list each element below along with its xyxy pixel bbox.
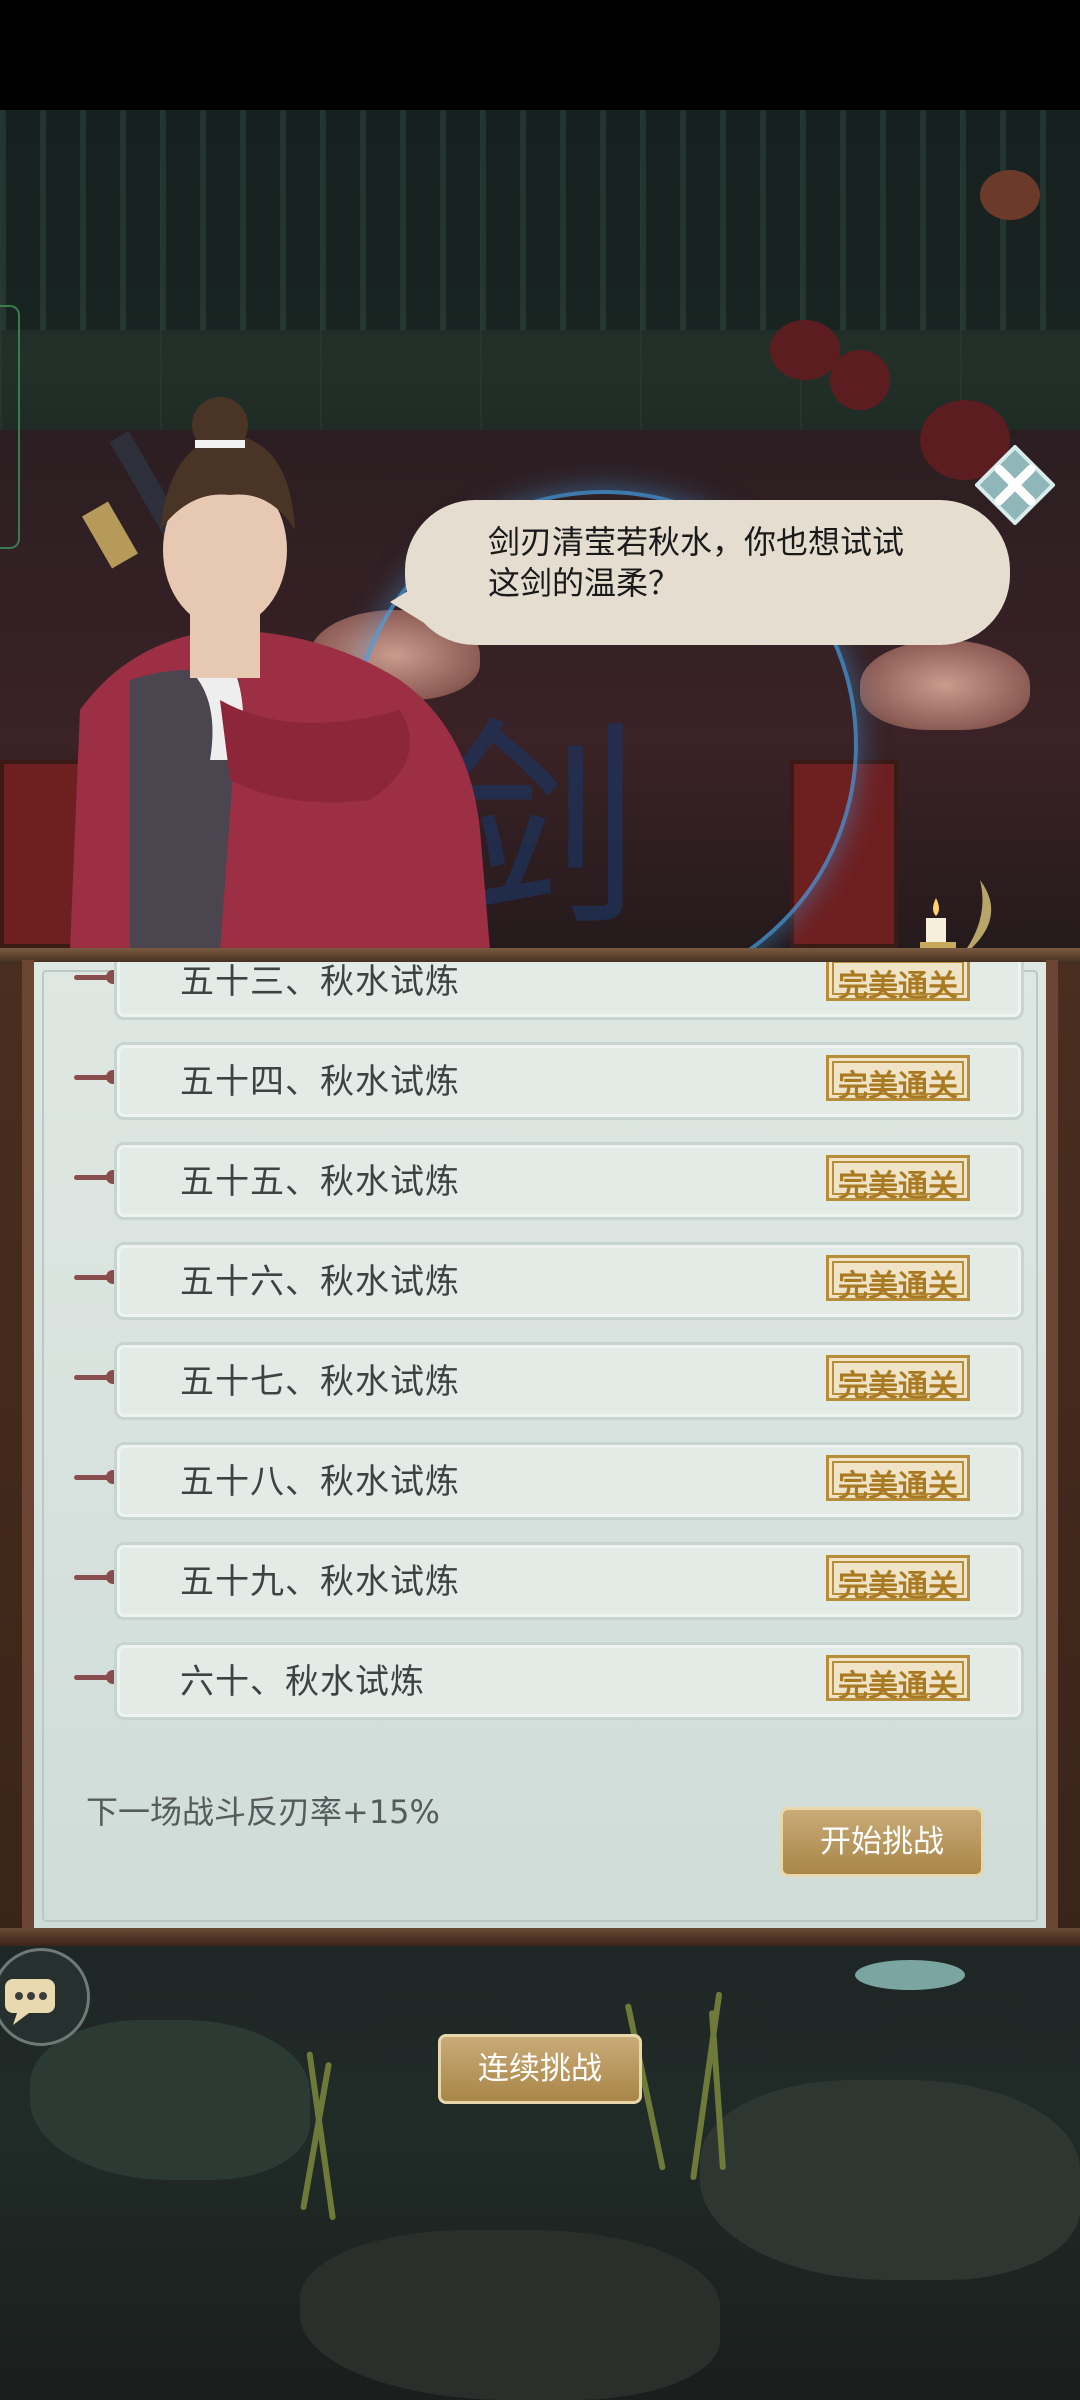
stage-row-58[interactable]: 五十八、秋水试炼 完美通关 bbox=[74, 1442, 1024, 1520]
stage-name: 五十五、秋水试炼 bbox=[180, 1162, 460, 1202]
badge-label: 完美通关 bbox=[838, 1569, 958, 1604]
badge-label: 完美通关 bbox=[838, 1369, 958, 1404]
lily-pad-decoration bbox=[855, 1960, 965, 1990]
stage-row-53[interactable]: 五十三、秋水试炼 完美通关 bbox=[74, 962, 1024, 1020]
continuous-challenge-button[interactable]: 连续挑战 bbox=[438, 2034, 642, 2104]
lotus-lantern-right bbox=[860, 640, 1030, 730]
stage-row-55[interactable]: 五十五、秋水试炼 完美通关 bbox=[74, 1142, 1024, 1220]
dialogue-line-2: 这剑的温柔？ bbox=[488, 564, 681, 602]
perfect-clear-badge: 完美通关 bbox=[826, 1055, 970, 1104]
swordsman-portrait bbox=[70, 397, 490, 950]
panel-bottom-rod bbox=[0, 1928, 1080, 1946]
background-roof bbox=[0, 110, 1080, 330]
perfect-clear-badge: 完美通关 bbox=[826, 1555, 970, 1604]
stage-list[interactable]: 五十三、秋水试炼 完美通关 五十四、秋水试炼 完美通关 五十五、秋水试炼 完美通… bbox=[34, 962, 1046, 1762]
stage-row-59[interactable]: 五十九、秋水试炼 完美通关 bbox=[74, 1542, 1024, 1620]
stage-name: 五十七、秋水试炼 bbox=[180, 1362, 460, 1402]
badge-label: 完美通关 bbox=[838, 1169, 958, 1204]
chat-bubble-icon[interactable] bbox=[0, 1948, 90, 2046]
badge-label: 完美通关 bbox=[838, 1269, 958, 1304]
panel-post-left bbox=[22, 960, 34, 1940]
close-x-icon[interactable] bbox=[975, 445, 1055, 525]
badge-label: 完美通关 bbox=[838, 1069, 958, 1104]
perfect-clear-badge: 完美通关 bbox=[826, 1455, 970, 1504]
perfect-clear-badge: 完美通关 bbox=[826, 1155, 970, 1204]
stage-row-60[interactable]: 六十、秋水试炼 完美通关 bbox=[74, 1642, 1024, 1720]
start-challenge-button[interactable]: 开始挑战 bbox=[780, 1807, 984, 1877]
foliage-decoration bbox=[30, 2020, 310, 2180]
badge-label: 完美通关 bbox=[838, 1469, 958, 1504]
panel-post-right bbox=[1046, 960, 1058, 1940]
stage-row-54[interactable]: 五十四、秋水试炼 完美通关 bbox=[74, 1042, 1024, 1120]
stage-name: 五十九、秋水试炼 bbox=[180, 1562, 460, 1602]
stage-name: 六十、秋水试炼 bbox=[180, 1662, 425, 1702]
game-scene: 剑 剑刃清莹若秋水，你也想试试 这剑的温柔？ 五十三、秋水试炼 完美通关 五十四… bbox=[0, 0, 1080, 2400]
perfect-clear-badge: 完美通关 bbox=[826, 1355, 970, 1404]
blossom-decoration bbox=[980, 170, 1040, 220]
status-bar bbox=[0, 0, 1080, 110]
dialogue-text: 剑刃清莹若秋水，你也想试试 这剑的温柔？ bbox=[488, 522, 968, 604]
dialogue-line-1: 剑刃清莹若秋水，你也想试试 bbox=[488, 523, 905, 561]
chat-glyph bbox=[5, 1979, 55, 2025]
stage-panel: 五十三、秋水试炼 完美通关 五十四、秋水试炼 完美通关 五十五、秋水试炼 完美通… bbox=[34, 962, 1046, 1930]
perfect-clear-badge: 完美通关 bbox=[826, 962, 970, 1004]
perfect-clear-badge: 完美通关 bbox=[826, 1255, 970, 1304]
rock-decoration bbox=[700, 2080, 1080, 2280]
stage-name: 五十六、秋水试炼 bbox=[180, 1262, 460, 1302]
blossom-decoration bbox=[830, 350, 890, 410]
side-edge-decoration bbox=[0, 305, 20, 549]
blossom-decoration bbox=[770, 320, 840, 380]
next-battle-bonus-text: 下一场战斗反刃率+15% bbox=[86, 1793, 440, 1831]
stage-row-57[interactable]: 五十七、秋水试炼 完美通关 bbox=[74, 1342, 1024, 1420]
perfect-clear-badge: 完美通关 bbox=[826, 1655, 970, 1704]
stage-name: 五十三、秋水试炼 bbox=[180, 962, 460, 1002]
badge-label: 完美通关 bbox=[838, 1669, 958, 1704]
rock-decoration bbox=[300, 2230, 720, 2400]
stage-row-56[interactable]: 五十六、秋水试炼 完美通关 bbox=[74, 1242, 1024, 1320]
stage-name: 五十八、秋水试炼 bbox=[180, 1462, 460, 1502]
badge-label: 完美通关 bbox=[838, 969, 958, 1004]
stage-name: 五十四、秋水试炼 bbox=[180, 1062, 460, 1102]
